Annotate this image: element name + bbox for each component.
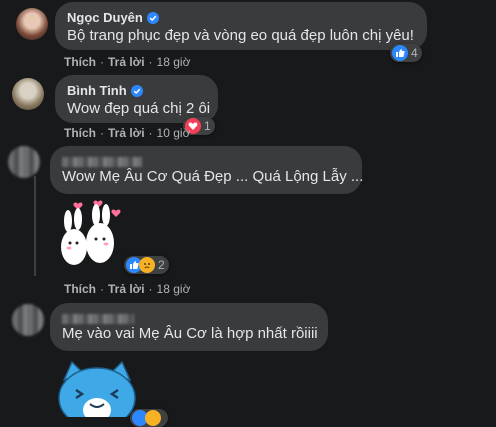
haha-icon bbox=[145, 410, 161, 426]
verified-badge-icon bbox=[146, 12, 159, 24]
like-button[interactable]: Thích bbox=[64, 55, 96, 69]
like-icon bbox=[392, 45, 408, 61]
comment-actions: Thích · Trả lời · 18 giờ bbox=[64, 55, 191, 69]
like-button[interactable]: Thích bbox=[64, 282, 96, 296]
reply-button[interactable]: Trả lời bbox=[108, 126, 145, 140]
comment-timestamp[interactable]: 18 giờ bbox=[157, 55, 191, 69]
reaction-summary[interactable] bbox=[130, 409, 168, 427]
comment-author[interactable] bbox=[62, 154, 350, 167]
author-name-redacted[interactable] bbox=[62, 314, 134, 324]
comment-text: Wow đẹp quá chị 2 ôi bbox=[67, 100, 211, 117]
comment-text: Wow Mẹ Âu Cơ Quá Đẹp ... Quá Lộng Lẫy ..… bbox=[62, 168, 364, 185]
comment-bubble: Mẹ vào vai Mẹ Âu Cơ là hợp nhất rồiiii bbox=[50, 303, 328, 351]
comment-timestamp[interactable]: 10 giờ bbox=[157, 126, 191, 140]
author-name[interactable]: Ngọc Duyên bbox=[67, 10, 143, 26]
blue-cat-sticker bbox=[54, 360, 140, 417]
thread-line bbox=[34, 176, 36, 276]
comment-bubble: Bình Tinh Wow đẹp quá chị 2 ôi bbox=[55, 75, 218, 123]
reply-button[interactable]: Trả lời bbox=[108, 55, 145, 69]
comment-author[interactable] bbox=[62, 311, 316, 324]
author-name-redacted[interactable] bbox=[62, 157, 142, 167]
avatar[interactable] bbox=[16, 8, 48, 40]
avatar[interactable] bbox=[12, 78, 44, 110]
reaction-summary[interactable]: 4 bbox=[390, 44, 422, 62]
comment-timestamp[interactable]: 18 giờ bbox=[157, 282, 191, 296]
comment-bubble: Ngọc Duyên Bộ trang phục đẹp và vòng eo … bbox=[55, 2, 427, 50]
comment-bubble: Wow Mẹ Âu Cơ Quá Đẹp ... Quá Lộng Lẫy ..… bbox=[50, 146, 364, 194]
comment-actions: Thích · Trả lời · 18 giờ bbox=[64, 282, 191, 296]
like-button[interactable]: Thích bbox=[64, 126, 96, 140]
avatar[interactable] bbox=[12, 304, 44, 336]
comment-actions: Thích · Trả lời · 10 giờ bbox=[64, 126, 191, 140]
verified-badge-icon bbox=[130, 85, 143, 97]
comment-text: Mẹ vào vai Mẹ Âu Cơ là hợp nhất rồiiii bbox=[62, 325, 318, 342]
reply-button[interactable]: Trả lời bbox=[108, 282, 145, 296]
sad-icon bbox=[139, 257, 155, 273]
avatar[interactable] bbox=[8, 146, 40, 178]
reaction-count: 1 bbox=[204, 119, 211, 133]
comment-author[interactable]: Ngọc Duyên bbox=[67, 10, 415, 26]
comment-author[interactable]: Bình Tinh bbox=[67, 83, 206, 99]
author-name[interactable]: Bình Tinh bbox=[67, 83, 127, 99]
reaction-count: 2 bbox=[158, 258, 165, 272]
reaction-count: 4 bbox=[411, 46, 418, 60]
reaction-summary[interactable]: 2 bbox=[124, 256, 169, 274]
comment-text: Bộ trang phục đẹp và vòng eo quá đẹp luô… bbox=[67, 27, 414, 44]
